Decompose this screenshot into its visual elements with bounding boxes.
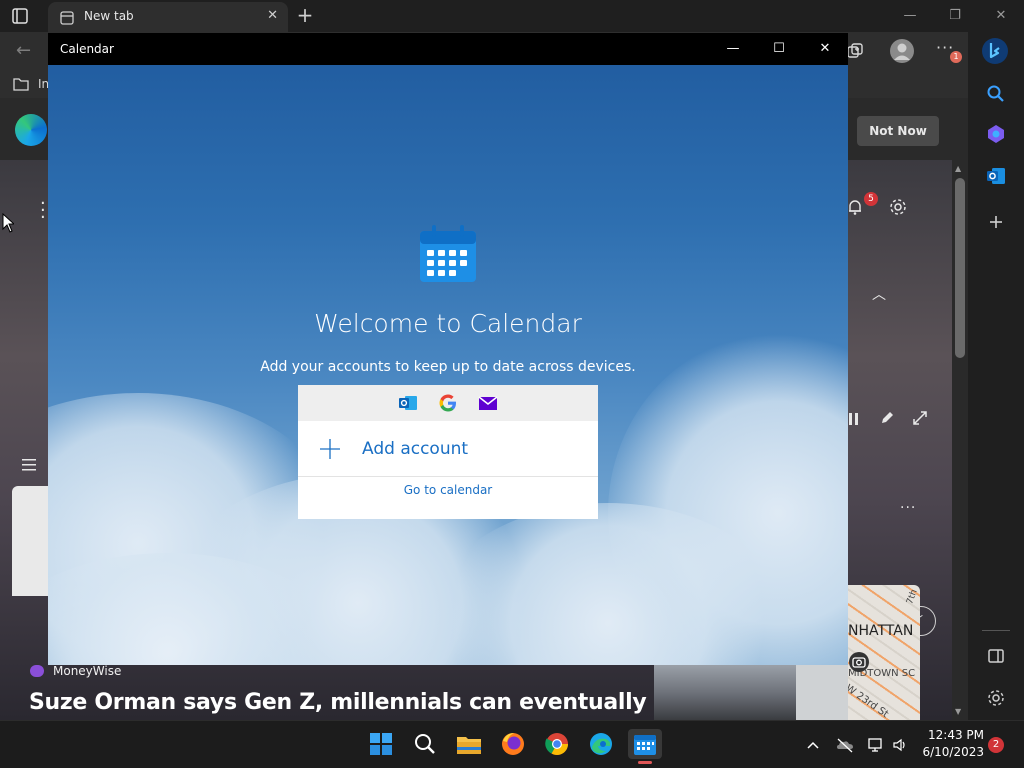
- welcome-heading: Welcome to Calendar: [314, 309, 582, 338]
- calendar-window: Calendar — ☐ ✕ Welcome to Calendar Add y…: [48, 33, 848, 665]
- provider-strip: [298, 385, 598, 421]
- feed-card-left[interactable]: [12, 486, 52, 596]
- page-scrollbar[interactable]: ▲ ▼: [952, 160, 968, 720]
- calendar-close-button[interactable]: ✕: [802, 33, 848, 65]
- sidebar-add-icon[interactable]: [984, 210, 1008, 234]
- feed-headline[interactable]: Suze Orman says Gen Z, millennials can e…: [29, 690, 647, 715]
- active-app-indicator: [638, 761, 652, 764]
- back-arrow-icon[interactable]: ←: [16, 40, 31, 61]
- feed-source-name: MoneyWise: [53, 664, 122, 678]
- plus-icon: [320, 439, 340, 459]
- calendar-window-title: Calendar: [60, 42, 114, 56]
- sidebar-toggle-pane-icon[interactable]: [984, 644, 1008, 668]
- sidebar-divider: [982, 630, 1010, 631]
- notifications-bell-icon[interactable]: [846, 198, 864, 216]
- outlook-icon: [398, 393, 418, 413]
- windows-taskbar: 12:43 PM 6/10/2023 2: [0, 720, 1024, 768]
- calendar-title-bar[interactable]: Calendar — ☐ ✕: [48, 33, 848, 65]
- new-tab-icon: [60, 10, 74, 25]
- volume-icon[interactable]: [892, 737, 908, 753]
- import-favorites-icon[interactable]: [12, 76, 30, 92]
- calendar-minimize-button[interactable]: —: [710, 33, 756, 65]
- mouse-cursor-icon: [2, 212, 16, 233]
- chevron-up-icon[interactable]: ︿: [872, 284, 886, 304]
- show-hidden-icons-chevron-icon[interactable]: [805, 737, 821, 753]
- tab-close-icon[interactable]: ✕: [267, 8, 278, 23]
- profile-avatar-icon[interactable]: [890, 39, 914, 63]
- scroll-thumb[interactable]: [955, 178, 965, 358]
- sidebar-outlook-icon[interactable]: [984, 164, 1008, 188]
- google-icon: [438, 393, 458, 413]
- add-account-button[interactable]: Add account: [298, 421, 598, 477]
- traffic-camera-icon[interactable]: [849, 652, 869, 672]
- expand-icon[interactable]: [913, 410, 927, 425]
- traffic-photo-edge: [796, 665, 848, 720]
- map-label-manhattan: NHATTAN: [848, 623, 914, 639]
- go-to-calendar-link[interactable]: Go to calendar: [298, 483, 598, 497]
- not-now-button[interactable]: Not Now: [857, 116, 939, 146]
- onedrive-offline-icon[interactable]: [836, 737, 853, 753]
- start-icon[interactable]: [366, 729, 396, 759]
- add-account-label: Add account: [362, 439, 469, 459]
- calendar-maximize-button[interactable]: ☐: [756, 33, 802, 65]
- edit-background-icon[interactable]: [880, 410, 894, 424]
- tab-new-tab[interactable]: New tab ✕: [48, 2, 288, 32]
- edge-logo-icon: [15, 114, 47, 146]
- new-tab-button[interactable]: +: [294, 4, 316, 26]
- traffic-photo[interactable]: [654, 665, 796, 720]
- search-icon[interactable]: [410, 729, 440, 759]
- welcome-subtitle: Add your accounts to keep up to date acr…: [260, 359, 636, 375]
- taskbar-clock-date[interactable]: 6/10/2023: [916, 745, 984, 759]
- sidebar-settings-gear-icon[interactable]: [984, 686, 1008, 710]
- tab-actions-button[interactable]: [10, 6, 30, 26]
- taskbar-clock-time[interactable]: 12:43 PM: [924, 728, 984, 742]
- sidebar-search-icon[interactable]: [984, 82, 1008, 106]
- scroll-up-arrow-icon[interactable]: ▲: [955, 164, 961, 173]
- moneywise-logo-icon: [30, 665, 44, 677]
- feed-menu-hamburger-icon[interactable]: [22, 456, 36, 471]
- bing-chat-icon[interactable]: [980, 36, 1010, 66]
- page-settings-gear-icon[interactable]: [888, 197, 908, 217]
- yahoo-mail-icon: [478, 393, 498, 413]
- firefox-icon[interactable]: [498, 729, 528, 759]
- tab-bar: New tab ✕ + — ❐ ✕: [0, 0, 1024, 32]
- notification-count-badge: 5: [864, 192, 878, 206]
- collections-icon[interactable]: [846, 42, 864, 60]
- scroll-down-arrow-icon[interactable]: ▼: [955, 707, 961, 716]
- pause-background-icon[interactable]: [849, 410, 859, 425]
- sidebar-copilot-icon[interactable]: [984, 122, 1008, 146]
- chrome-icon[interactable]: [542, 729, 572, 759]
- account-setup-panel: Add account Go to calendar: [298, 385, 598, 519]
- browser-restore-button[interactable]: ❐: [935, 4, 975, 28]
- calendar-app-icon: [419, 223, 477, 283]
- network-icon[interactable]: [868, 737, 884, 753]
- notification-center-badge[interactable]: 2: [988, 737, 1004, 753]
- browser-minimize-button[interactable]: —: [890, 4, 930, 28]
- browser-close-button[interactable]: ✕: [981, 4, 1021, 28]
- calendar-icon[interactable]: [628, 729, 662, 764]
- edge-icon[interactable]: [586, 729, 616, 759]
- cloud-decoration: [608, 333, 848, 665]
- tab-title: New tab: [84, 9, 134, 23]
- card-more-options-icon[interactable]: ···: [900, 500, 916, 516]
- file-explorer-icon[interactable]: [454, 729, 484, 759]
- more-notification-badge: 1: [950, 51, 962, 63]
- edge-sidebar: [968, 32, 1024, 720]
